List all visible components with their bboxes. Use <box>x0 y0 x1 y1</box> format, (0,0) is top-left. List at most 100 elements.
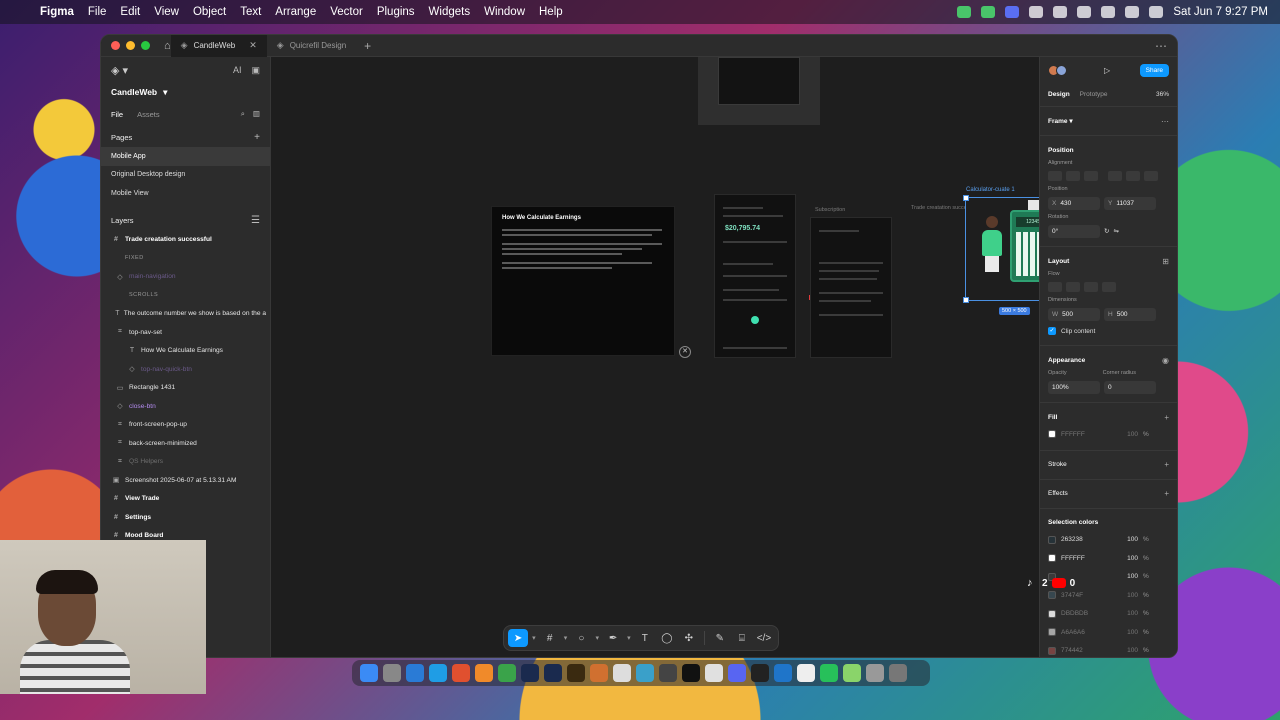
move-tool-icon[interactable]: ➤ <box>508 629 529 647</box>
add-effect-icon[interactable]: + <box>1164 489 1169 498</box>
menu-arrange[interactable]: Arrange <box>275 6 316 18</box>
brave-icon[interactable] <box>452 664 470 682</box>
page-item[interactable]: Original Desktop design <box>101 166 270 185</box>
layer-row[interactable]: ▣ Screenshot 2025-06-07 at 5.13.31 AM <box>101 471 270 490</box>
frame-how-we-calculate[interactable]: How We Calculate Earnings <box>491 206 675 356</box>
align-right-icon[interactable] <box>1084 171 1098 181</box>
search-icon[interactable]: ⌕ <box>241 109 245 119</box>
align-middle-icon[interactable] <box>1126 171 1140 181</box>
layer-row[interactable]: ⌗ QS Helpers <box>101 453 270 472</box>
layer-row[interactable]: ⌗ front-screen-pop-up <box>101 416 270 435</box>
chevron-down-icon[interactable]: ▾ <box>530 629 538 647</box>
selection-color-row[interactable]: 263238 100% <box>1040 531 1177 550</box>
new-tab-icon[interactable]: + <box>364 39 371 53</box>
selection-color-row[interactable]: A6A6A6 100% <box>1040 623 1177 642</box>
chevron-down-icon[interactable]: ▾ <box>593 629 601 647</box>
resize-handle[interactable] <box>963 195 969 201</box>
color-swatch[interactable] <box>1048 591 1056 600</box>
control-center-icon[interactable] <box>1149 6 1164 18</box>
align-center-icon[interactable] <box>1066 171 1080 181</box>
color-swatch[interactable] <box>1048 554 1056 563</box>
tray-app-icon[interactable] <box>1005 6 1020 18</box>
add-fill-icon[interactable]: + <box>1164 413 1169 422</box>
menu-edit[interactable]: Edit <box>120 6 140 18</box>
app-icon[interactable] <box>820 664 838 682</box>
fill-swatch[interactable] <box>1048 430 1056 439</box>
layers-list-icon[interactable]: ☰ <box>251 215 260 226</box>
corner-radius-input[interactable]: 0 <box>1104 380 1156 394</box>
tray-app-icon[interactable] <box>957 6 972 18</box>
flow-vertical-icon[interactable] <box>1066 282 1080 292</box>
selected-frame-label[interactable]: Calculator-cuate 1 <box>966 187 1015 193</box>
zoom-window-button[interactable] <box>141 41 150 50</box>
comment-tool-icon[interactable]: ◯ <box>657 629 677 647</box>
photoshop-icon[interactable] <box>544 664 562 682</box>
app-icon[interactable] <box>843 664 861 682</box>
frame-options-icon[interactable]: ⋯ <box>1161 117 1169 126</box>
flow-horizontal-icon[interactable] <box>1084 282 1098 292</box>
flow-grid-icon[interactable] <box>1102 282 1116 292</box>
layer-row[interactable]: ◇ close-btn <box>101 397 270 416</box>
tray-app-icon[interactable] <box>981 6 996 18</box>
selection-color-row[interactable]: DBDBDB 100% <box>1040 605 1177 624</box>
tray-app-icon[interactable] <box>1029 6 1044 18</box>
firefox-icon[interactable] <box>475 664 493 682</box>
shape-tool-icon[interactable]: ○ <box>571 629 591 647</box>
draw-tool-icon[interactable]: ✎ <box>710 629 730 647</box>
illustrator-icon[interactable] <box>567 664 585 682</box>
app-icon[interactable] <box>636 664 654 682</box>
collaborators[interactable] <box>1048 64 1067 76</box>
menu-plugins[interactable]: Plugins <box>377 6 415 18</box>
menu-text[interactable]: Text <box>240 6 261 18</box>
auto-layout-icon[interactable]: ⊞ <box>1162 257 1169 266</box>
pen-tool-icon[interactable]: ✒ <box>603 629 623 647</box>
clip-content-checkbox[interactable]: ✓ Clip content <box>1040 323 1177 339</box>
x-input[interactable]: X 430 <box>1048 196 1100 210</box>
more-icon[interactable]: ⋯ <box>1155 39 1167 53</box>
close-tab-icon[interactable]: ✕ <box>249 40 257 51</box>
ai-icon[interactable]: AI <box>233 65 242 75</box>
tray-app-icon[interactable] <box>1053 6 1068 18</box>
menu-window[interactable]: Window <box>484 6 525 18</box>
avatar[interactable] <box>1056 64 1067 76</box>
code-icon[interactable]: </> <box>754 629 774 647</box>
resize-handle[interactable] <box>963 297 969 303</box>
selection-color-row[interactable]: FFFFFF 100% <box>1040 549 1177 568</box>
add-stroke-icon[interactable]: + <box>1164 460 1169 469</box>
align-left-icon[interactable] <box>1048 171 1062 181</box>
menu-object[interactable]: Object <box>193 6 226 18</box>
text-tool-icon[interactable]: T <box>635 629 655 647</box>
chevron-down-icon[interactable]: ▾ <box>562 629 570 647</box>
menu-app-name[interactable]: Figma <box>40 6 74 18</box>
layer-row[interactable]: # Trade creatation successful <box>101 231 270 250</box>
width-input[interactable]: W 500 <box>1048 307 1100 321</box>
menu-vector[interactable]: Vector <box>330 6 363 18</box>
zoom-level[interactable]: 36% <box>1156 91 1169 98</box>
layer-row[interactable]: # Settings <box>101 508 270 527</box>
add-page-icon[interactable]: + <box>254 132 260 143</box>
panel-toggle-icon[interactable]: ▣ <box>251 65 260 76</box>
menu-widgets[interactable]: Widgets <box>429 6 471 18</box>
dev-mode-icon[interactable]: ⌸ <box>732 629 752 647</box>
trash-icon[interactable] <box>889 664 907 682</box>
tab-candleweb[interactable]: ◈ CandleWeb ✕ <box>170 35 267 57</box>
app-icon[interactable] <box>751 664 769 682</box>
slack-icon[interactable] <box>705 664 723 682</box>
launchpad-icon[interactable] <box>383 664 401 682</box>
app-icon[interactable] <box>429 664 447 682</box>
frame-header[interactable]: Frame ▾ ⋯ <box>1040 113 1177 129</box>
main-menu-icon[interactable]: ◈ ▾ <box>111 64 128 77</box>
layer-row[interactable]: ◇ main-navigation <box>101 268 270 287</box>
close-window-button[interactable] <box>111 41 120 50</box>
align-top-icon[interactable] <box>1108 171 1122 181</box>
y-input[interactable]: Y 11037 <box>1104 196 1156 210</box>
tab-file[interactable]: File <box>111 110 123 119</box>
tab-prototype[interactable]: Prototype <box>1080 91 1108 98</box>
app-icon[interactable] <box>613 664 631 682</box>
height-input[interactable]: H 500 <box>1104 307 1156 321</box>
color-swatch[interactable] <box>1048 609 1056 618</box>
frame-trade-creation[interactable] <box>810 217 892 358</box>
tab-assets[interactable]: Assets <box>137 110 160 119</box>
page-item[interactable]: Mobile View <box>101 184 270 203</box>
frame-subscription[interactable]: $20,795.74 <box>714 194 796 358</box>
